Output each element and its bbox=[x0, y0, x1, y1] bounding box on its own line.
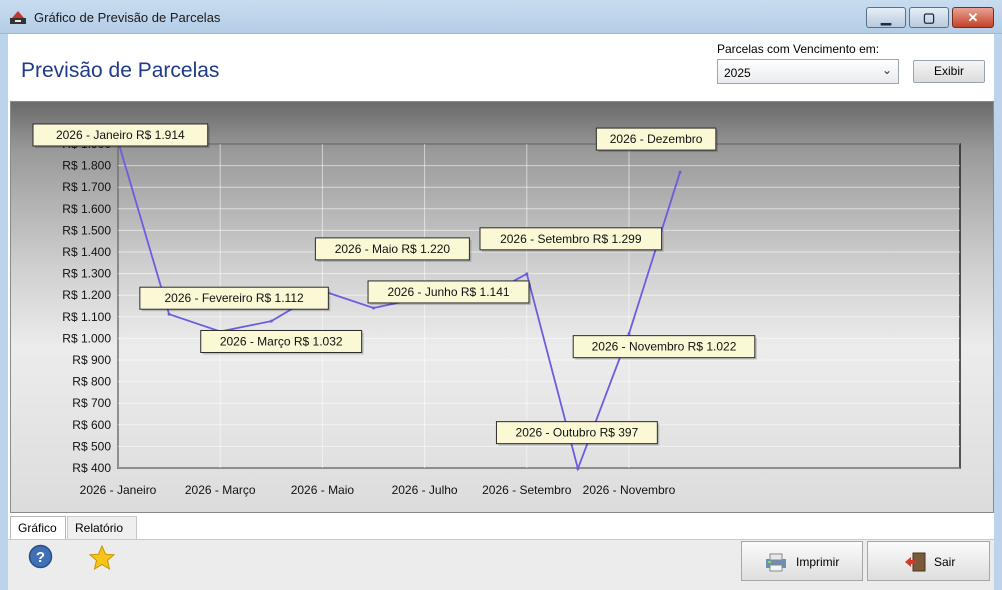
maximize-button[interactable]: ▢ bbox=[909, 7, 949, 28]
year-select-value: 2025 bbox=[724, 66, 751, 80]
x-tick-label: 2026 - Janeiro bbox=[80, 483, 157, 497]
annotation-label: 2026 - Dezembro bbox=[610, 132, 703, 146]
data-point bbox=[167, 312, 171, 316]
y-tick-label: R$ 500 bbox=[72, 439, 111, 453]
annotation-label: 2026 - Março R$ 1.032 bbox=[220, 334, 343, 348]
data-point bbox=[576, 467, 580, 471]
y-tick-label: R$ 700 bbox=[72, 396, 111, 410]
close-icon: ✕ bbox=[967, 10, 979, 25]
printer-icon bbox=[766, 553, 786, 572]
y-tick-label: R$ 800 bbox=[72, 375, 111, 389]
show-button[interactable]: Exibir bbox=[913, 60, 985, 83]
exit-label: Sair bbox=[934, 555, 956, 569]
title-bar: Gráfico de Previsão de Parcelas ▁ ▢ ✕ bbox=[0, 0, 1002, 34]
y-tick-label: R$ 1.400 bbox=[62, 245, 111, 259]
print-button[interactable]: Imprimir bbox=[741, 541, 863, 581]
annotation-label: 2026 - Setembro R$ 1.299 bbox=[500, 232, 642, 246]
data-point bbox=[627, 332, 631, 336]
tab-relatorio[interactable]: Relatório bbox=[67, 516, 137, 540]
data-point bbox=[525, 272, 529, 276]
x-tick-label: 2026 - Maio bbox=[291, 483, 355, 497]
chevron-down-icon: ⌄ bbox=[881, 63, 892, 77]
y-tick-label: R$ 1.500 bbox=[62, 223, 111, 237]
annotation-label: 2026 - Novembro R$ 1.022 bbox=[592, 340, 737, 354]
x-tick-label: 2026 - Novembro bbox=[583, 483, 676, 497]
close-button[interactable]: ✕ bbox=[952, 7, 994, 28]
y-tick-label: R$ 1.000 bbox=[62, 331, 111, 345]
y-tick-label: R$ 1.600 bbox=[62, 202, 111, 216]
x-tick-label: 2026 - Março bbox=[185, 483, 256, 497]
y-tick-label: R$ 1.200 bbox=[62, 288, 111, 302]
window-title: Gráfico de Previsão de Parcelas bbox=[34, 10, 221, 25]
window-frame-right bbox=[994, 34, 1002, 590]
data-point bbox=[678, 170, 682, 174]
exit-button[interactable]: Sair bbox=[867, 541, 990, 581]
installments-line-chart: R$ 400 R$ 500 R$ 600 R$ 700 R$ 800 R$ 900 R$ 1… bbox=[32, 123, 961, 497]
annotation-label: 2026 - Maio R$ 1.220 bbox=[335, 242, 451, 256]
x-tick-label: 2026 - Julho bbox=[392, 483, 458, 497]
annotation-label: 2026 - Fevereiro R$ 1.112 bbox=[164, 291, 304, 305]
maximize-icon: ▢ bbox=[922, 10, 936, 25]
app-logo-icon bbox=[10, 11, 26, 24]
y-tick-label: R$ 600 bbox=[72, 418, 111, 432]
data-point bbox=[269, 319, 273, 323]
star-icon[interactable] bbox=[88, 544, 116, 572]
due-year-label: Parcelas com Vencimento em: bbox=[717, 42, 880, 56]
y-tick-label: R$ 1.300 bbox=[62, 267, 111, 281]
y-tick-label: R$ 1.100 bbox=[62, 310, 111, 324]
page-title: Previsão de Parcelas bbox=[21, 59, 220, 82]
y-tick-label: R$ 900 bbox=[72, 353, 111, 367]
y-tick-label: R$ 400 bbox=[72, 461, 111, 475]
tab-grafico[interactable]: Gráfico bbox=[10, 516, 66, 540]
y-tick-label: R$ 1.700 bbox=[62, 180, 111, 194]
x-tick-label: 2026 - Setembro bbox=[482, 483, 572, 497]
print-label: Imprimir bbox=[796, 555, 840, 569]
minimize-button[interactable]: ▁ bbox=[866, 7, 906, 28]
annotation-label: 2026 - Janeiro R$ 1.914 bbox=[56, 128, 185, 142]
year-select[interactable]: 2025 ⌄ bbox=[717, 59, 899, 84]
chart-panel: R$ 400 R$ 500 R$ 600 R$ 700 R$ 800 R$ 900 R$ 1… bbox=[10, 101, 994, 513]
minimize-icon: ▁ bbox=[881, 10, 891, 25]
annotation-label: 2026 - Outubro R$ 397 bbox=[516, 426, 639, 440]
help-icon[interactable]: ? bbox=[28, 544, 53, 569]
data-point bbox=[372, 306, 375, 310]
svg-text:?: ? bbox=[36, 549, 45, 566]
window-frame-left bbox=[0, 34, 8, 590]
y-tick-label: R$ 1.800 bbox=[62, 159, 111, 173]
annotation-label: 2026 - Junho R$ 1.141 bbox=[387, 285, 509, 299]
exit-door-icon bbox=[905, 552, 926, 572]
